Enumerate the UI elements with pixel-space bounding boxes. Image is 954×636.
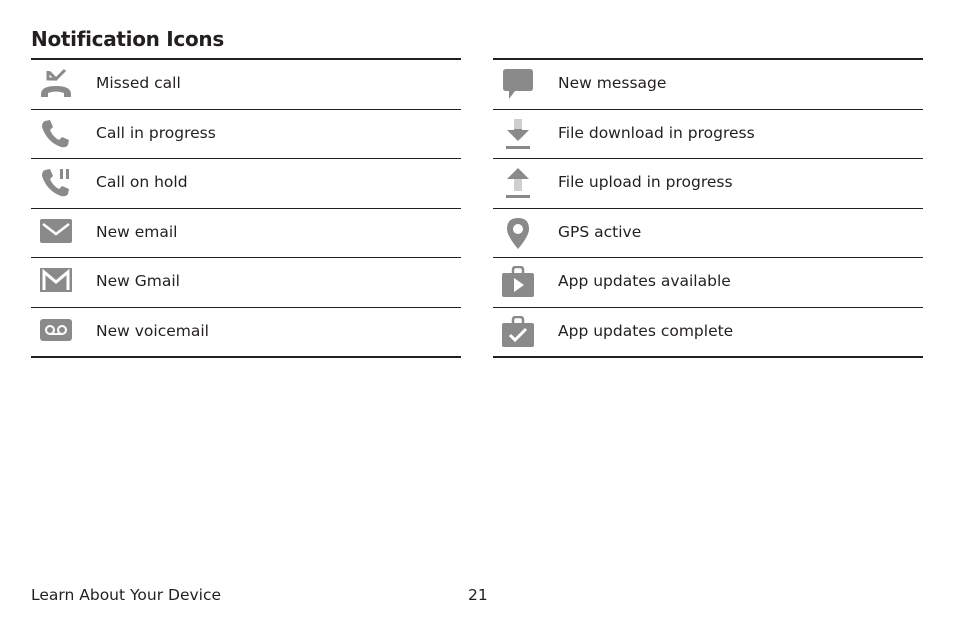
message-icon — [503, 69, 533, 99]
app-update-available-icon — [502, 266, 534, 297]
voicemail-icon — [40, 318, 72, 341]
page-number: 21 — [468, 586, 488, 604]
item-label: Call on hold — [96, 173, 188, 191]
table-row: Call on hold — [31, 159, 461, 209]
table-row: New email — [31, 209, 461, 258]
table-row: New message — [493, 60, 923, 110]
item-label: App updates complete — [558, 321, 734, 340]
item-label: New email — [96, 222, 178, 241]
footer-section-title: Learn About Your Device — [31, 586, 222, 604]
table-row: Missed call — [31, 60, 461, 110]
table-row: File upload in progress — [493, 159, 923, 209]
call-on-hold-icon — [42, 169, 69, 197]
item-label: GPS active — [558, 222, 642, 241]
table-row: App updates available — [493, 258, 923, 308]
item-label: New Gmail — [96, 272, 180, 290]
table-row: New Gmail — [31, 258, 461, 308]
gmail-icon — [40, 268, 72, 292]
table-row: GPS active — [493, 209, 923, 258]
email-icon — [40, 218, 72, 243]
table-row: Call in progress — [31, 110, 461, 159]
item-label: New voicemail — [96, 321, 209, 340]
notification-icons-table-right: New message File download in progress Fi… — [493, 58, 923, 358]
item-label: New message — [558, 74, 667, 92]
page-title: Notification Icons — [31, 27, 224, 51]
gps-icon — [507, 217, 529, 249]
app-update-complete-icon — [502, 315, 534, 347]
download-icon — [506, 118, 530, 149]
call-in-progress-icon — [42, 119, 69, 147]
item-label: Call in progress — [96, 123, 216, 142]
item-label: File download in progress — [558, 123, 755, 142]
table-row: New voicemail — [31, 308, 461, 358]
table-row: File download in progress — [493, 110, 923, 159]
item-label: Missed call — [96, 74, 181, 92]
table-row: App updates complete — [493, 308, 923, 358]
item-label: File upload in progress — [558, 173, 733, 191]
upload-icon — [506, 168, 530, 198]
missed-call-icon — [41, 68, 71, 97]
item-label: App updates available — [558, 272, 731, 290]
notification-icons-table-left: Missed call Call in progress Call on hol… — [31, 58, 461, 358]
